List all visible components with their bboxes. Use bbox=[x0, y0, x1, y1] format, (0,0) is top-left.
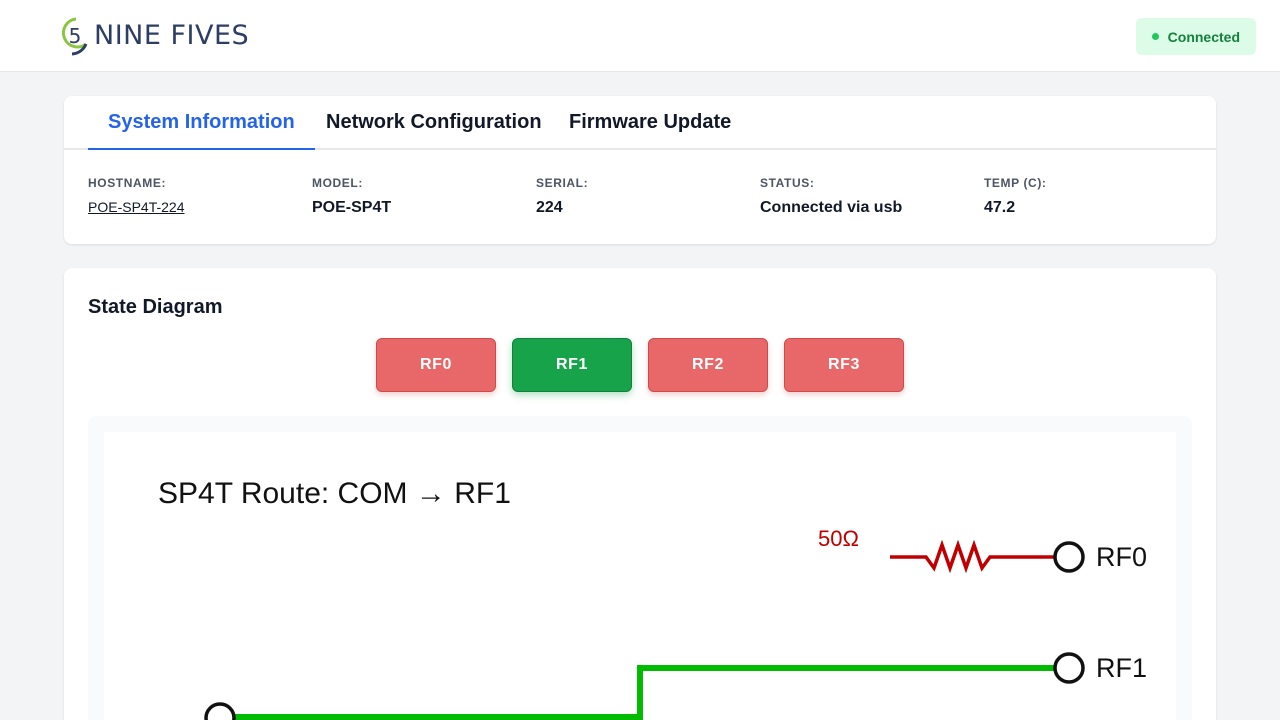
status-label: STATUS: bbox=[760, 176, 815, 190]
diagram-container: SP4T Route: COM → RF1 50Ω RF0 RF1 bbox=[88, 416, 1192, 720]
serial-field: SERIAL: 224 bbox=[536, 176, 760, 218]
rf1-port-label: RF1 bbox=[1096, 653, 1147, 683]
hostname-label: HOSTNAME: bbox=[88, 176, 167, 190]
rf0-port-icon bbox=[1053, 541, 1085, 573]
com-port-icon bbox=[204, 702, 236, 720]
termination-resistor-icon bbox=[890, 539, 1054, 574]
tab-bar: System Information Network Configuration… bbox=[64, 96, 1216, 150]
hostname-field: HOSTNAME: POE-SP4T-224 bbox=[88, 176, 312, 217]
nine-fives-logo[interactable]: 5 NINE FIVES bbox=[60, 16, 249, 56]
sp4t-route-diagram: SP4T Route: COM → RF1 50Ω RF0 RF1 bbox=[158, 477, 1147, 720]
model-value: POE-SP4T bbox=[312, 199, 392, 216]
rf0-port-label: RF0 bbox=[1096, 542, 1147, 572]
system-info-card: System Information Network Configuration… bbox=[64, 96, 1216, 244]
hostname-link[interactable]: POE-SP4T-224 bbox=[88, 198, 185, 216]
rf1-port-icon bbox=[1053, 652, 1085, 684]
active-route-path bbox=[220, 665, 1054, 720]
state-diagram-card: State Diagram RF0 RF1 RF2 RF3 SP4T Route… bbox=[64, 268, 1216, 720]
rf3-button[interactable]: RF3 bbox=[784, 338, 904, 392]
rf0-button[interactable]: RF0 bbox=[376, 338, 496, 392]
connection-status-text: Connected bbox=[1167, 28, 1240, 45]
rf1-button[interactable]: RF1 bbox=[512, 338, 632, 392]
status-field: STATUS: Connected via usb bbox=[760, 176, 984, 218]
logo-glyph: 5 bbox=[69, 24, 82, 48]
five-circle-logo-icon: 5 bbox=[61, 17, 88, 56]
system-info-fields: HOSTNAME: POE-SP4T-224 MODEL: POE-SP4T S… bbox=[88, 176, 1208, 226]
rf2-button[interactable]: RF2 bbox=[648, 338, 768, 392]
state-diagram-title: State Diagram bbox=[88, 296, 223, 318]
temp-field: TEMP (C): 47.2 bbox=[984, 176, 1208, 218]
diagram-canvas: SP4T Route: COM → RF1 50Ω RF0 RF1 bbox=[104, 432, 1176, 720]
model-label: MODEL: bbox=[312, 176, 363, 190]
serial-label: SERIAL: bbox=[536, 176, 589, 190]
status-value: Connected via usb bbox=[760, 199, 903, 216]
model-field: MODEL: POE-SP4T bbox=[312, 176, 536, 218]
status-dot-icon bbox=[1151, 33, 1159, 40]
connection-status-badge: Connected bbox=[1135, 18, 1256, 55]
temp-label: TEMP (C): bbox=[984, 176, 1047, 190]
tab-network-configuration[interactable]: Network Configuration bbox=[306, 96, 562, 150]
tab-system-information[interactable]: System Information bbox=[88, 96, 315, 150]
route-title: SP4T Route: COM → RF1 bbox=[158, 477, 511, 510]
top-header: 5 NINE FIVES Connected bbox=[0, 0, 1280, 72]
temp-value: 47.2 bbox=[984, 199, 1016, 216]
termination-label: 50Ω bbox=[818, 526, 859, 551]
tab-firmware-update[interactable]: Firmware Update bbox=[549, 96, 751, 150]
serial-value: 224 bbox=[536, 199, 563, 216]
logo-text: NINE FIVES bbox=[94, 20, 250, 51]
